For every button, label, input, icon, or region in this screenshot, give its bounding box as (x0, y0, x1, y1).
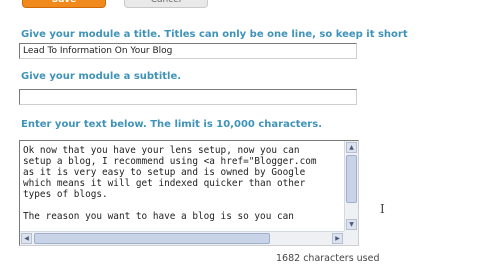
scroll-right-arrow-icon[interactable]: ▶ (332, 233, 343, 244)
vertical-scrollbar[interactable]: ▲ ▼ (344, 141, 358, 231)
subtitle-label: Give your module a subtitle. (21, 71, 182, 82)
vertical-scroll-thumb[interactable] (346, 155, 357, 203)
horizontal-scrollbar[interactable]: ◀ ▶ (20, 231, 344, 245)
scrollbar-corner (344, 231, 358, 245)
body-text-content[interactable]: Ok now that you have your lens setup, no… (20, 141, 344, 229)
body-textarea[interactable]: Ok now that you have your lens setup, no… (19, 140, 359, 246)
scroll-left-arrow-icon[interactable]: ◀ (21, 233, 32, 244)
horizontal-scroll-thumb[interactable] (34, 233, 270, 244)
cancel-button[interactable]: Cancel (124, 0, 208, 8)
title-label: Give your module a title. Titles can onl… (21, 29, 408, 40)
title-input[interactable] (19, 43, 357, 59)
save-button[interactable]: Save (22, 0, 106, 8)
scroll-up-arrow-icon[interactable]: ▲ (346, 142, 357, 153)
character-count: 1682 characters used (276, 253, 380, 264)
subtitle-input[interactable] (19, 89, 357, 105)
top-button-bar: Save Cancel (0, 0, 480, 8)
body-text-label: Enter your text below. The limit is 10,0… (21, 119, 322, 130)
scroll-down-arrow-icon[interactable]: ▼ (346, 219, 357, 230)
text-cursor-icon: I (380, 202, 385, 216)
